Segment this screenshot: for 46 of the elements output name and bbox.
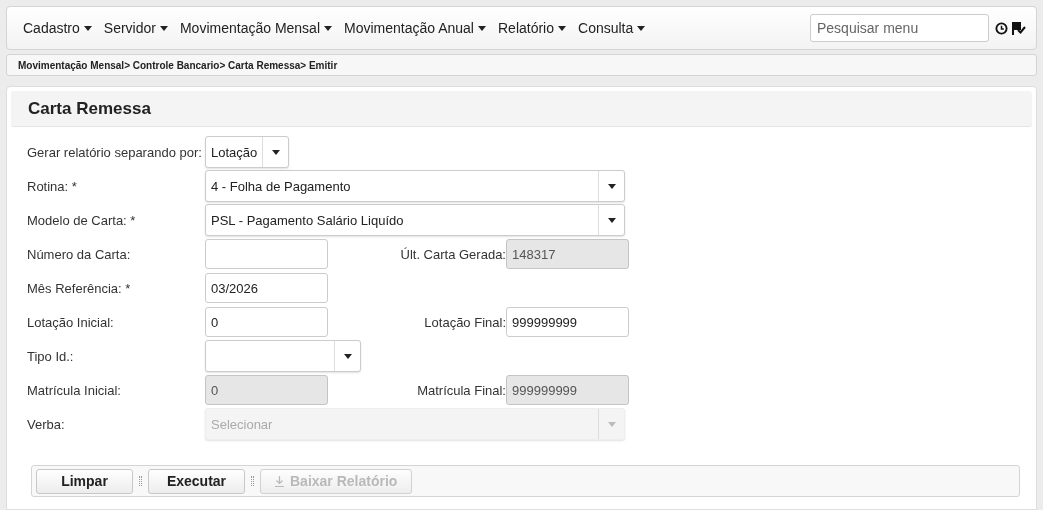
field-label: Lotação Final: [424,314,506,330]
caret-icon [637,25,646,31]
field-label: Tipo Id.: [27,348,75,364]
caret-icon [343,353,352,359]
field-label: Verba: [27,416,66,432]
menu-item[interactable]: Relatório [498,20,566,36]
field-label: Matrícula Final: [417,382,506,398]
text-field[interactable]: 03/2026 [205,273,328,303]
panel-title: Carta Remessa [28,98,151,119]
caret-icon [558,25,566,31]
dropdown[interactable]: 4 - Folha de Pagamento [205,170,625,202]
toolbar-button[interactable]: Limpar [36,468,133,494]
download-icon [275,475,284,487]
text-field[interactable]: 999999999 [506,307,629,337]
caret-icon [607,421,616,427]
clock-icon[interactable] [995,21,1008,35]
toolbar-grip [139,476,142,486]
field-label: Número da Carta: [27,246,132,262]
caret-icon [83,25,92,31]
caret-icon [324,25,332,31]
caret-icon [478,25,486,31]
field-label: Últ. Carta Gerada: [400,246,506,262]
caret-icon [607,217,616,223]
toolbar-button[interactable]: Executar [148,468,245,494]
text-field[interactable] [205,239,328,269]
field-label: Mês Referência: * [27,280,132,296]
field-label: Gerar relatório separando por: [27,144,203,160]
toolbar-grip [251,476,254,486]
dropdown[interactable]: Lotação [205,136,290,168]
menu-item[interactable]: Movimentação Mensal [179,20,332,36]
menu-item[interactable]: Movimentação Anual [344,20,486,36]
field-label: Modelo de Carta: * [27,212,137,228]
text-field[interactable]: 0 [205,307,328,337]
menu-item[interactable]: Consulta [578,20,646,36]
caret-icon [159,25,168,31]
caret-icon [607,183,616,189]
field-label: Matrícula Inicial: [27,382,122,398]
menu-item[interactable]: Servidor [103,20,168,36]
caret-icon [271,149,280,155]
dropdown[interactable]: PSL - Pagamento Salário Liquído [205,204,625,236]
flag-check-icon[interactable] [1012,21,1026,35]
field-label: Rotina: * [27,178,78,194]
menu-item[interactable]: Cadastro [23,20,92,36]
breadcrumb: Movimentação Mensal> Controle Bancario> Carta Remessa> Emitir [6,54,1037,76]
field-label: Lotação Inicial: [27,314,115,330]
search-field[interactable]: Pesquisar menu [810,14,989,42]
